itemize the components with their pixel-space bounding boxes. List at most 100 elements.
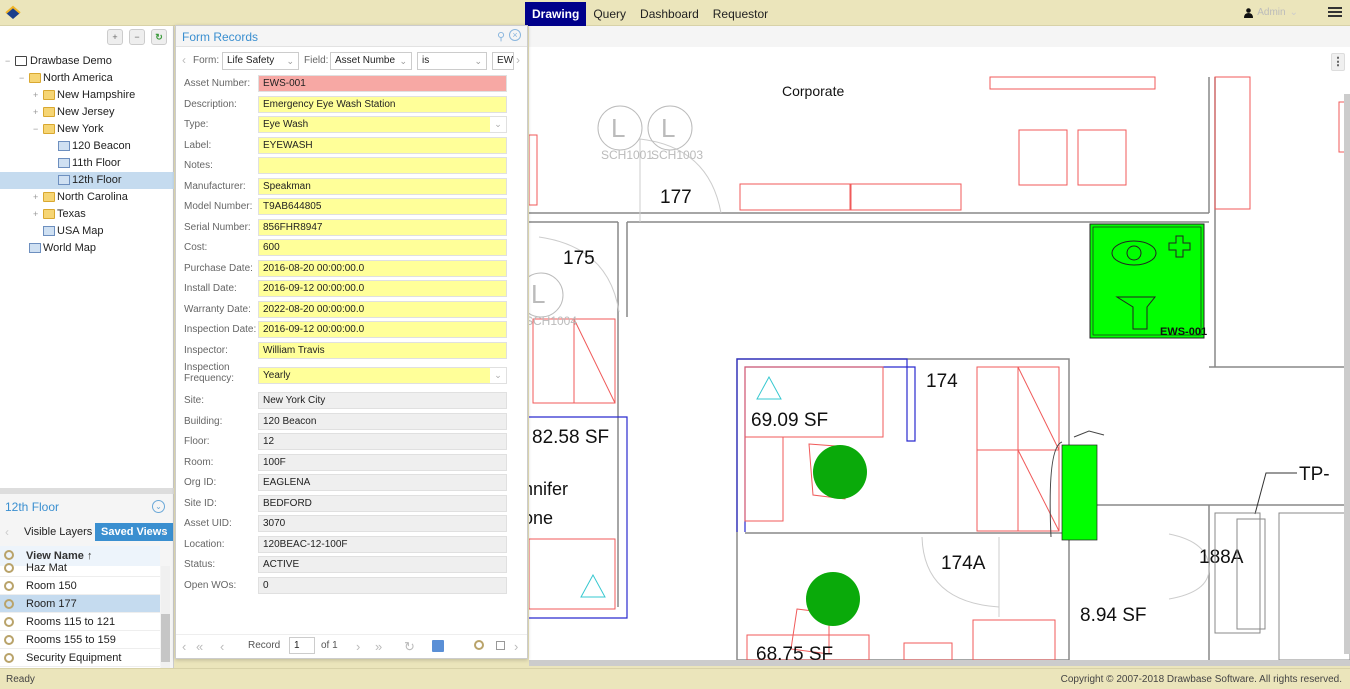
marker-triangle-icon[interactable] <box>756 375 782 400</box>
expand-all-icon[interactable]: + <box>107 29 123 45</box>
select-box-icon[interactable] <box>496 641 505 650</box>
tab-next-icon[interactable]: › <box>162 525 166 539</box>
field-value[interactable]: EWS-001 <box>258 75 507 92</box>
nav-requestor[interactable]: Requestor <box>706 2 775 26</box>
tree-node-new-jersey[interactable]: + New Jersey <box>0 104 174 121</box>
prev-record-icon[interactable]: ‹ <box>220 639 224 654</box>
drawing-horizontal-scrollbar[interactable] <box>529 660 1350 666</box>
field-value[interactable]: 600 <box>258 239 507 256</box>
field-value[interactable]: Yearly ⌄ <box>258 367 507 384</box>
tree-node-120-beacon[interactable]: 120 Beacon <box>0 138 174 155</box>
refresh-icon[interactable]: ↻ <box>151 29 167 45</box>
leader-line <box>1254 472 1297 515</box>
list-item[interactable]: Room 150 <box>0 577 160 595</box>
field-value-text: 2016-09-12 00:00:00.0 <box>263 324 365 335</box>
tree-node-new-hampshire[interactable]: + New Hampshire <box>0 87 174 104</box>
close-icon[interactable]: × <box>509 29 521 41</box>
save-icon[interactable] <box>432 640 444 652</box>
eye-wash-station-icon[interactable]: EWS-001 <box>1089 223 1207 339</box>
list-scrollbar[interactable] <box>161 566 170 668</box>
tree-node-drawbase-demo[interactable]: − Drawbase Demo <box>0 53 174 70</box>
field-value-text: 2016-08-20 00:00:00.0 <box>263 262 365 274</box>
next-record-icon[interactable]: › <box>356 639 360 654</box>
occupant-marker[interactable] <box>806 572 860 626</box>
tree-node-north-carolina[interactable]: + North Carolina <box>0 189 174 206</box>
collapse-all-icon[interactable]: − <box>129 29 145 45</box>
filter-next-icon[interactable]: › <box>516 53 520 67</box>
tree-node-12th-floor[interactable]: 12th Floor <box>0 172 174 189</box>
tree-node-11th-floor[interactable]: 11th Floor <box>0 155 174 172</box>
record-filter: ‹ Form: Life Safety ⌄ Field: Asset Numbe ⌄… <box>176 52 527 72</box>
chevron-down-icon[interactable]: ⌄ <box>490 368 506 383</box>
field-label: Warranty Date: <box>184 303 251 315</box>
field-value: 120BEAC-12-100F <box>258 535 507 553</box>
field-value[interactable]: EYEWASH <box>258 136 507 154</box>
room-number: 174A <box>941 553 986 574</box>
collapse-icon[interactable]: ⌄ <box>152 500 165 513</box>
occupant-marker[interactable] <box>813 445 867 499</box>
field-value[interactable]: Speakman <box>258 177 507 195</box>
field-value[interactable]: 2016-08-20 00:00:00.0 <box>258 259 507 277</box>
list-item[interactable]: Rooms 155 to 159 <box>0 631 160 649</box>
more-options-icon[interactable]: ⋮ <box>1331 53 1345 71</box>
form-select[interactable]: Life Safety ⌄ <box>222 52 299 70</box>
field-value[interactable]: 2016-09-12 00:00:00.0 <box>258 280 507 297</box>
filter-value: EW <box>497 55 514 66</box>
field-value[interactable]: William Travis <box>258 341 507 359</box>
filter-value-input[interactable]: EW <box>492 52 514 70</box>
field-label: Asset UID: <box>184 518 232 529</box>
list-item[interactable]: Rooms 115 to 121 <box>0 613 160 631</box>
light-symbol-label: L <box>531 279 545 309</box>
tree-node-north-america[interactable]: − North America <box>0 70 174 87</box>
form-field-row: Inspector: William Travis <box>176 341 527 360</box>
tab-prev-icon[interactable]: ‹ <box>5 525 9 539</box>
drawing-vertical-scrollbar[interactable] <box>1344 94 1350 654</box>
drawing-file-icon <box>58 158 70 168</box>
last-record-icon[interactable]: » <box>375 639 382 654</box>
list-item[interactable]: Room 177 <box>0 595 160 613</box>
zone-label: Corporate <box>782 83 844 99</box>
nav-drawing[interactable]: Drawing <box>525 2 587 26</box>
record-number-input[interactable]: 1 <box>289 637 315 654</box>
room-number: 177 <box>660 187 692 208</box>
field-value-text: 120BEAC-12-100F <box>263 538 348 550</box>
field-value: BEDFORD <box>258 494 507 512</box>
field-value[interactable]: 2022-08-20 00:00:00.0 <box>258 300 507 318</box>
hamburger-icon[interactable] <box>1328 5 1342 19</box>
tree-node-texas[interactable]: + Texas <box>0 206 174 223</box>
first-record-icon[interactable]: « <box>196 639 203 654</box>
app-logo-icon[interactable] <box>5 5 21 21</box>
field-value-text: 100F <box>263 456 286 468</box>
list-item[interactable]: Haz Mat <box>0 559 160 577</box>
field-value[interactable]: Eye Wash ⌄ <box>258 116 507 133</box>
field-value[interactable]: 2016-09-12 00:00:00.0 <box>258 321 507 338</box>
nav-dashboard[interactable]: Dashboard <box>633 2 706 26</box>
pager-next-icon[interactable]: › <box>514 639 518 654</box>
user-menu[interactable]: Admin ⌄ <box>1244 7 1298 18</box>
filter-prev-icon[interactable]: ‹ <box>182 53 186 67</box>
location-pin-icon[interactable]: ⚲ <box>497 30 505 43</box>
zoom-to-asset-icon[interactable] <box>474 640 484 650</box>
form-field-row: Warranty Date: 2022-08-20 00:00:00.0 <box>176 300 527 319</box>
tree-node-world-map[interactable]: World Map <box>0 240 174 257</box>
nav-query[interactable]: Query <box>586 2 633 26</box>
field-value[interactable] <box>258 157 507 174</box>
field-value-text: Emergency Eye Wash Station <box>263 98 396 110</box>
field-label: Room: <box>184 456 214 468</box>
refresh-icon[interactable]: ↻ <box>404 639 415 655</box>
form-field-row: Org ID: EAGLENA <box>176 474 527 492</box>
field-value[interactable]: Emergency Eye Wash Station <box>258 95 507 113</box>
tree-node-new-york[interactable]: − New York <box>0 121 174 138</box>
tab-visible-layers[interactable]: Visible Layers <box>18 523 98 541</box>
scrollbar-thumb[interactable] <box>161 614 170 662</box>
floor-plan-canvas[interactable]: L L L SCH1001 SCH1003 SCH1004 Corporate … <box>529 47 1350 660</box>
chevron-down-icon[interactable]: ⌄ <box>490 117 506 132</box>
list-item[interactable]: Security Equipment <box>0 649 160 667</box>
field-select[interactable]: Asset Numbe ⌄ <box>330 52 412 70</box>
field-value[interactable]: T9AB644805 <box>258 198 507 215</box>
marker-triangle-icon[interactable] <box>580 573 606 598</box>
field-value[interactable]: 856FHR8947 <box>258 218 507 236</box>
operator-select[interactable]: is ⌄ <box>417 52 487 70</box>
tree-node-usa-map[interactable]: USA Map <box>0 223 174 240</box>
first-disabled-icon[interactable]: ‹ <box>182 639 186 654</box>
